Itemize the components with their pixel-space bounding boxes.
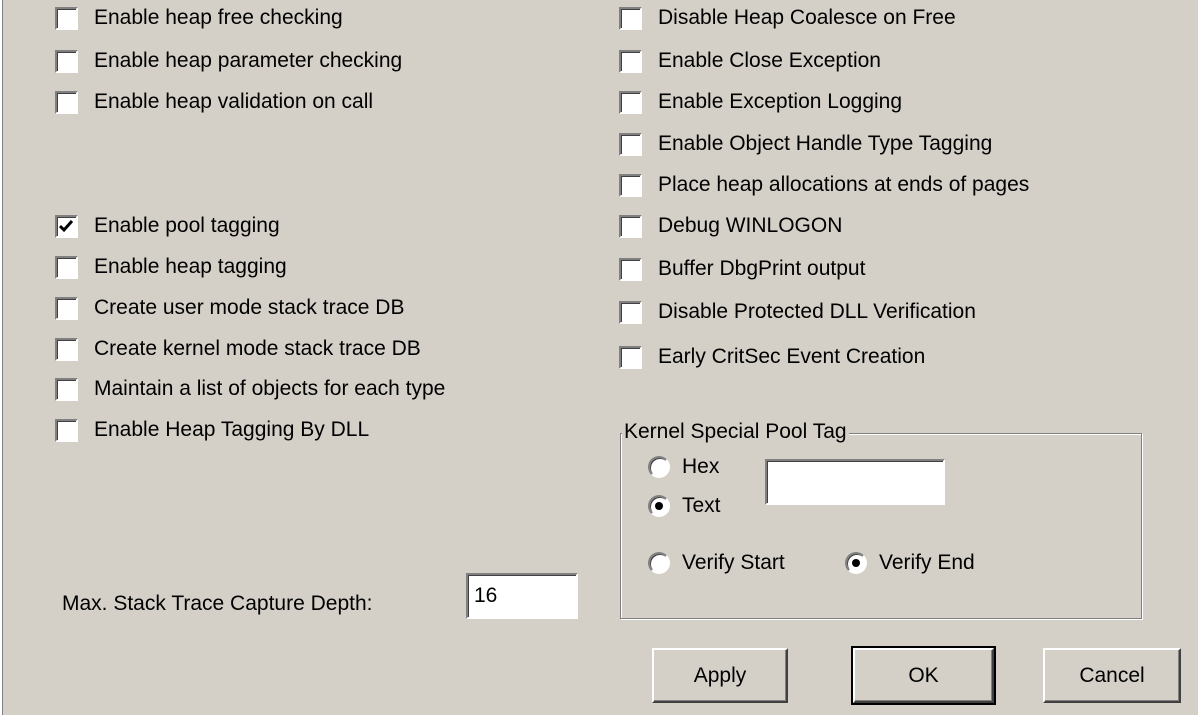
checkbox-label: Buffer DbgPrint output: [658, 257, 866, 280]
checkbox-label: Enable Exception Logging: [658, 90, 903, 113]
hex-radio[interactable]: Hex: [648, 453, 719, 481]
checkbox-box[interactable]: [55, 418, 78, 442]
checkbox-label: Create kernel mode stack trace DB: [94, 337, 421, 360]
checkbox-box[interactable]: [619, 90, 642, 114]
apply-button[interactable]: Apply: [652, 648, 788, 703]
checkbox-label: Enable heap free checking: [94, 6, 343, 29]
heap-allocations-end-pages-checkbox[interactable]: Place heap allocations at ends of pages: [619, 171, 1029, 199]
checkbox-box[interactable]: [55, 214, 78, 238]
checkbox-label: Enable Object Handle Type Tagging: [658, 132, 993, 155]
verify-end-radio[interactable]: Verify End: [845, 549, 975, 577]
text-radio[interactable]: Text: [648, 492, 721, 520]
checkbox-label: Enable Close Exception: [658, 49, 881, 72]
kernel-stack-trace-db-checkbox[interactable]: Create kernel mode stack trace DB: [55, 335, 421, 363]
checkbox-box[interactable]: [55, 90, 78, 114]
cancel-button[interactable]: Cancel: [1043, 648, 1181, 703]
checkbox-label: Disable Heap Coalesce on Free: [658, 6, 956, 29]
verify-start-radio[interactable]: Verify Start: [648, 549, 785, 577]
checkbox-box[interactable]: [55, 49, 78, 73]
stack-depth-input[interactable]: [466, 573, 578, 619]
heap-validation-checkbox[interactable]: Enable heap validation on call: [55, 88, 373, 116]
checkbox-box[interactable]: [619, 132, 642, 156]
object-handle-type-tagging-checkbox[interactable]: Enable Object Handle Type Tagging: [619, 130, 992, 158]
checkbox-label: Disable Protected DLL Verification: [658, 300, 976, 323]
checkbox-box[interactable]: [55, 255, 78, 279]
checkbox-label: Enable heap parameter checking: [94, 49, 403, 72]
buffer-dbgprint-checkbox[interactable]: Buffer DbgPrint output: [619, 255, 865, 283]
checkbox-label: Debug WINLOGON: [658, 214, 843, 237]
radio-circle[interactable]: [648, 456, 670, 478]
ok-button[interactable]: OK: [851, 646, 996, 705]
verify-start-label: Verify Start: [682, 551, 785, 574]
hex-radio-label: Hex: [682, 455, 720, 478]
window-left-edge: [0, 0, 3, 715]
checkbox-box[interactable]: [619, 214, 642, 238]
checkbox-label: Create user mode stack trace DB: [94, 296, 405, 319]
close-exception-checkbox[interactable]: Enable Close Exception: [619, 47, 881, 75]
text-radio-label: Text: [682, 494, 721, 517]
checkbox-label: Enable Heap Tagging By DLL: [94, 418, 370, 441]
early-critsec-checkbox[interactable]: Early CritSec Event Creation: [619, 343, 925, 371]
checkbox-box[interactable]: [55, 296, 78, 320]
checkbox-label: Maintain a list of objects for each type: [94, 377, 446, 400]
exception-logging-checkbox[interactable]: Enable Exception Logging: [619, 88, 902, 116]
heap-parameter-checking-checkbox[interactable]: Enable heap parameter checking: [55, 47, 402, 75]
checkbox-label: Enable heap validation on call: [94, 90, 374, 113]
checkbox-box[interactable]: [55, 337, 78, 361]
disable-heap-coalesce-checkbox[interactable]: Disable Heap Coalesce on Free: [619, 4, 956, 32]
heap-free-checking-checkbox[interactable]: Enable heap free checking: [55, 4, 343, 32]
checkbox-box[interactable]: [619, 345, 642, 369]
heap-tagging-checkbox[interactable]: Enable heap tagging: [55, 253, 287, 281]
user-stack-trace-db-checkbox[interactable]: Create user mode stack trace DB: [55, 294, 404, 322]
checkbox-box[interactable]: [619, 257, 642, 281]
radio-circle[interactable]: [648, 495, 670, 517]
heap-tagging-by-dll-checkbox[interactable]: Enable Heap Tagging By DLL: [55, 416, 369, 444]
verify-end-label: Verify End: [879, 551, 975, 574]
stack-depth-label: Max. Stack Trace Capture Depth:: [62, 592, 373, 615]
radio-circle[interactable]: [845, 552, 867, 574]
debug-winlogon-checkbox[interactable]: Debug WINLOGON: [619, 212, 842, 240]
checkbox-label: Enable pool tagging: [94, 214, 280, 237]
pool-tag-input[interactable]: [765, 459, 945, 505]
checkbox-box[interactable]: [619, 173, 642, 197]
checkbox-box[interactable]: [619, 6, 642, 30]
checkbox-label: Place heap allocations at ends of pages: [658, 173, 1030, 196]
object-list-checkbox[interactable]: Maintain a list of objects for each type: [55, 375, 445, 403]
checkbox-box[interactable]: [55, 377, 78, 401]
checkbox-label: Early CritSec Event Creation: [658, 345, 926, 368]
pool-tagging-checkbox[interactable]: Enable pool tagging: [55, 212, 280, 240]
kernel-pool-tag-group-title: Kernel Special Pool Tag: [622, 420, 849, 444]
checkbox-box[interactable]: [619, 300, 642, 324]
radio-circle[interactable]: [648, 552, 670, 574]
disable-protected-dll-checkbox[interactable]: Disable Protected DLL Verification: [619, 298, 976, 326]
checkbox-box[interactable]: [619, 49, 642, 73]
checkbox-box[interactable]: [55, 6, 78, 30]
checkbox-label: Enable heap tagging: [94, 255, 287, 278]
